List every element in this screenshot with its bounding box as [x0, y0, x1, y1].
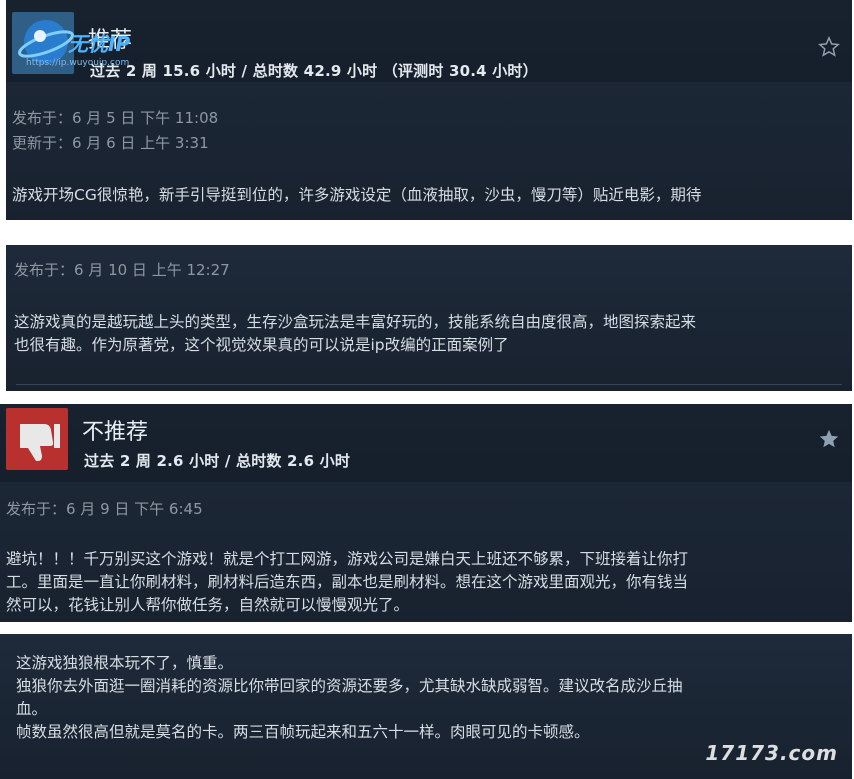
- site-watermark: 17173.com: [705, 741, 838, 765]
- review-hours: 过去 2 周 15.6 小时 / 总时数 42.9 小时 （评测时 30.4 小…: [90, 62, 538, 80]
- review-card-1: 推荐 过去 2 周 15.6 小时 / 总时数 42.9 小时 （评测时 30.…: [6, 0, 852, 220]
- review-body: 游戏开场CG很惊艳，新手引导挺到位的，许多游戏设定（血液抽取，沙虫，慢刀等）贴近…: [12, 186, 702, 204]
- review-body-line: 也很有趣。作为原著党，这个视觉效果真的可以说是ip改编的正面案例了: [14, 336, 509, 354]
- review-posted-date: 发布于：6 月 9 日 下午 6:45: [6, 500, 203, 518]
- review-body-line: 帧数虽然很高但就是莫名的卡。两三百帧玩起来和五六十一样。肉眼可见的卡顿感。: [16, 723, 590, 741]
- review-body-line: 工。里面是一直让你刷材料，刷材料后造东西，副本也是刷材料。想在这个游戏里面观光，…: [6, 573, 689, 591]
- review-card-4: 这游戏独狼根本玩不了，慎重。 独狼你去外面逛一圈消耗的资源比你带回家的资源还要多…: [0, 634, 852, 779]
- review-updated-date: 更新于：6 月 6 日 上午 3:31: [12, 134, 209, 152]
- review-card-2: 发布于：6 月 10 日 上午 12:27 这游戏真的是越玩越上头的类型，生存沙…: [6, 245, 852, 391]
- review-body-line: 避坑！！！千万别买这个游戏！就是个打工网游，游戏公司是嫌白天上班还不够累，下班接…: [6, 550, 689, 568]
- review-body-line: 独狼你去外面逛一圈消耗的资源比你带回家的资源还要多，尤其缺水缺成弱智。建议改名成…: [16, 677, 683, 695]
- review-hours: 过去 2 周 2.6 小时 / 总时数 2.6 小时: [84, 452, 351, 470]
- review-posted-date: 发布于：6 月 10 日 上午 12:27: [14, 261, 230, 279]
- star-icon[interactable]: [818, 36, 840, 58]
- divider: [16, 384, 842, 385]
- review-body-line: 血。: [16, 700, 48, 718]
- thumbs-down-icon: [6, 408, 68, 470]
- review-posted-date: 发布于：6 月 5 日 下午 11:08: [12, 109, 219, 127]
- watermark-name: 无忧IP: [68, 32, 131, 56]
- review-body-line: 这游戏独狼根本玩不了，慎重。: [16, 654, 234, 672]
- review-body-line: 然可以，花钱让别人帮你做任务，自然就可以慢慢观光了。: [6, 596, 410, 614]
- review-body-line: 这游戏真的是越玩越上头的类型，生存沙盒玩法是丰富好玩的，技能系统自由度很高，地图…: [14, 313, 697, 331]
- watermark-url: https://ip.wuyouip.com: [26, 58, 130, 68]
- star-icon[interactable]: [818, 428, 840, 450]
- review-verdict: 不推荐: [82, 420, 149, 445]
- review-card-3: 不推荐 过去 2 周 2.6 小时 / 总时数 2.6 小时 发布于：6 月 9…: [0, 404, 852, 622]
